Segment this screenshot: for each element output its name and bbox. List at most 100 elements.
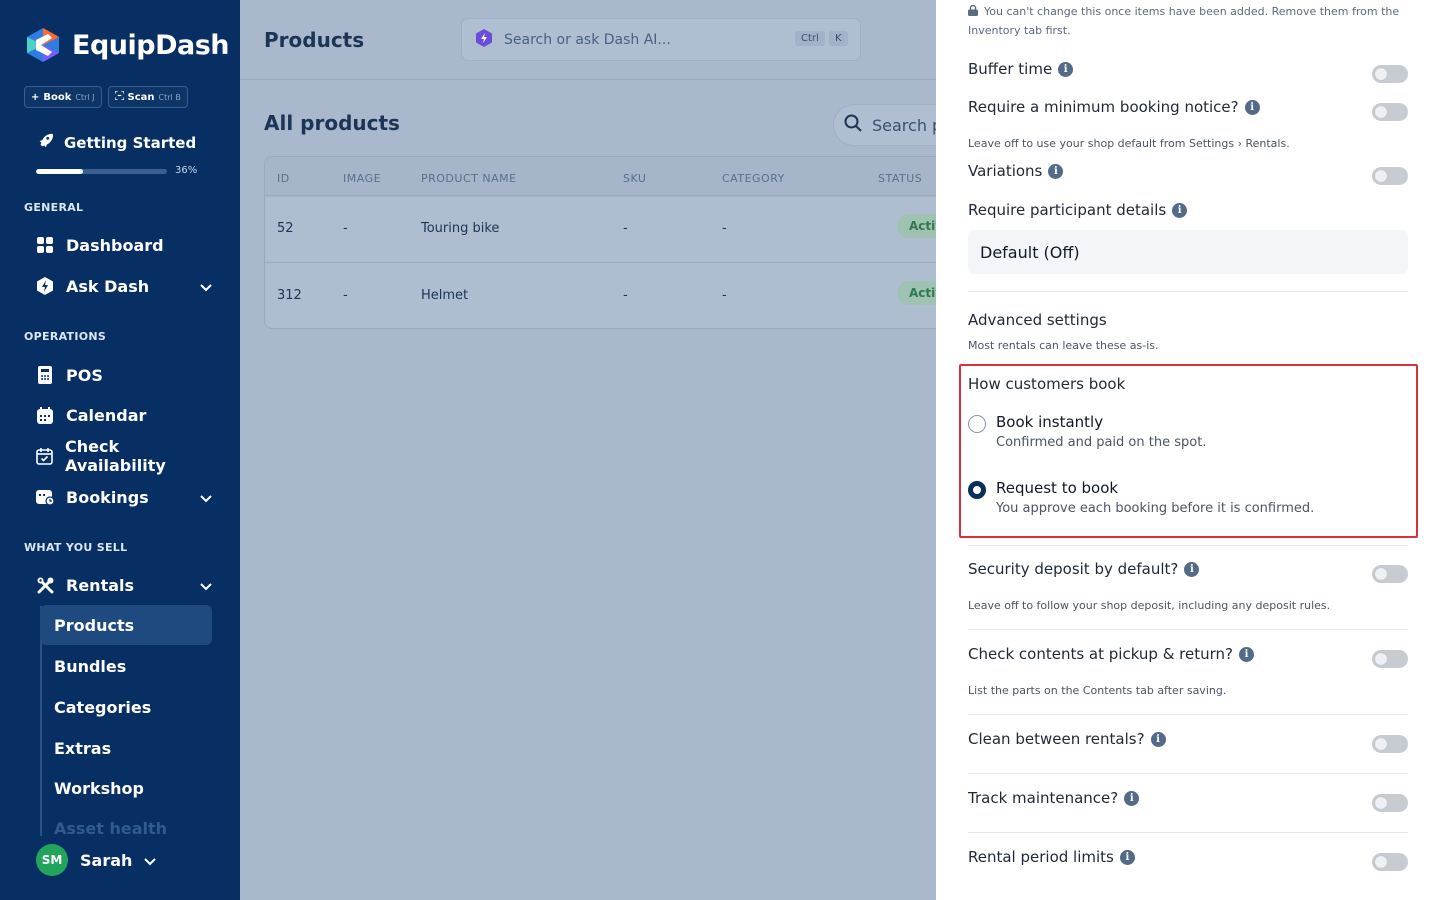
global-search[interactable]: Search or ask Dash AI... Ctrl K [461, 18, 861, 61]
table-row[interactable]: 312 - Helmet - - Activ [265, 262, 963, 328]
bolt-hexagon-icon [36, 277, 54, 295]
min-notice-field: Require a minimum booking notice? i [968, 98, 1260, 116]
chevron-down-icon[interactable] [200, 488, 212, 507]
sub-item-extras[interactable]: Extras [40, 728, 212, 768]
nav-check-availability[interactable]: Check Availability [36, 437, 216, 475]
rental-limits-toggle[interactable] [1372, 853, 1408, 871]
advanced-settings-subtitle: Most rentals can leave these as-is. [968, 339, 1159, 352]
security-deposit-label: Security deposit by default? [968, 560, 1179, 578]
info-icon[interactable]: i [1124, 790, 1140, 806]
column-header[interactable]: PRODUCT NAME [421, 172, 517, 185]
request-to-book-description: You approve each booking before it is co… [996, 501, 1315, 516]
quick-book-button[interactable]: + Book Ctrl J [24, 86, 102, 108]
shortcut-k: K [829, 31, 848, 46]
info-icon[interactable]: i [1048, 163, 1064, 179]
nav-pos-label: POS [66, 365, 103, 385]
check-contents-label: Check contents at pickup & return? [968, 645, 1234, 663]
locked-note: You can't change this once items have be… [968, 3, 1418, 40]
info-icon[interactable]: i [1239, 646, 1255, 662]
lock-icon [968, 4, 978, 22]
min-notice-label: Require a minimum booking notice? [968, 98, 1239, 116]
top-bar: Products Search or ask Dash AI... Ctrl K [240, 0, 936, 80]
info-icon[interactable]: i [1244, 99, 1260, 115]
track-maintenance-label: Track maintenance? [968, 789, 1119, 807]
tools-icon [36, 576, 54, 594]
track-maintenance-toggle[interactable] [1372, 794, 1408, 812]
security-deposit-toggle[interactable] [1372, 565, 1408, 583]
min-notice-toggle[interactable] [1372, 103, 1408, 121]
buffer-time-field: Buffer time i [968, 60, 1074, 78]
cell-name: Touring bike [421, 221, 500, 236]
column-header[interactable]: STATUS [878, 172, 922, 185]
nav-check-availability-label: Check Availability [65, 437, 166, 475]
nav-pos[interactable]: POS [36, 360, 216, 390]
column-header[interactable]: ID [277, 172, 290, 185]
info-icon[interactable]: i [1172, 202, 1188, 218]
clean-between-toggle[interactable] [1372, 735, 1408, 753]
sidebar: EquipDash + Book Ctrl J Scan Ctrl B Gett… [0, 0, 240, 900]
check-contents-toggle[interactable] [1372, 650, 1408, 668]
avatar: SM [36, 844, 68, 876]
participant-details-select[interactable]: Default (Off) [968, 230, 1408, 274]
getting-started-link[interactable]: Getting Started [36, 132, 196, 154]
divider [968, 545, 1408, 546]
book-instantly-radio[interactable] [968, 415, 986, 433]
column-header[interactable]: SKU [623, 172, 646, 185]
cell-sku: - [623, 221, 628, 236]
nav-calendar-label: Calendar [66, 405, 147, 425]
nav-ask-dash-label: Ask Dash [66, 276, 150, 296]
nav-bookings[interactable]: Bookings [36, 482, 216, 512]
variations-toggle[interactable] [1372, 167, 1408, 185]
getting-started-progress [36, 169, 167, 174]
request-to-book-option[interactable]: Request to book You approve each booking… [968, 479, 1408, 525]
table-header: ID IMAGE PRODUCT NAME SKU CATEGORY STATU… [265, 157, 963, 197]
nav-dashboard-label: Dashboard [66, 235, 164, 255]
info-icon[interactable]: i [1119, 849, 1135, 865]
nav-ask-dash[interactable]: Ask Dash [36, 271, 216, 301]
column-header[interactable]: IMAGE [343, 172, 381, 185]
calendar-check-icon [36, 447, 53, 465]
cell-id: 312 [277, 288, 302, 303]
section-general: GENERAL [24, 201, 84, 214]
check-contents-field: Check contents at pickup & return? i [968, 645, 1255, 663]
info-icon[interactable]: i [1184, 561, 1200, 577]
products-table: ID IMAGE PRODUCT NAME SKU CATEGORY STATU… [264, 156, 964, 329]
column-header[interactable]: CATEGORY [722, 172, 785, 185]
global-search-placeholder: Search or ask Dash AI... [504, 31, 671, 48]
cell-category: - [722, 288, 727, 303]
calendar-icon [36, 406, 54, 424]
nav-dashboard[interactable]: Dashboard [36, 230, 216, 260]
quick-scan-button[interactable]: Scan Ctrl B [107, 86, 188, 108]
clean-between-field: Clean between rentals? i [968, 730, 1166, 748]
request-to-book-radio[interactable] [968, 481, 986, 499]
nav-calendar[interactable]: Calendar [36, 400, 216, 430]
rocket-icon [36, 132, 54, 154]
rental-limits-field: Rental period limits i [968, 848, 1135, 866]
sub-item-products[interactable]: Products [40, 605, 212, 645]
product-settings-panel: You can't change this once items have be… [936, 0, 1440, 900]
table-row[interactable]: 52 - Touring bike - - Activ [265, 195, 963, 262]
nav-rentals[interactable]: Rentals [36, 570, 216, 600]
chevron-down-icon[interactable] [200, 576, 212, 595]
cell-image: - [343, 221, 348, 236]
cell-id: 52 [277, 221, 294, 236]
divider [968, 714, 1408, 715]
plus-icon: + [31, 91, 40, 103]
sub-item-workshop[interactable]: Workshop [40, 768, 212, 808]
cell-name: Helmet [421, 288, 469, 303]
sub-item-asset-health[interactable]: Asset health [40, 808, 212, 848]
section-operations: OPERATIONS [24, 330, 107, 343]
user-menu[interactable]: SM Sarah [36, 844, 157, 876]
sub-item-bundles[interactable]: Bundles [40, 646, 212, 686]
chevron-down-icon[interactable] [200, 277, 212, 296]
progress-fill [36, 169, 84, 174]
bookings-icon [36, 488, 54, 506]
info-icon[interactable]: i [1058, 61, 1074, 77]
sub-item-categories[interactable]: Categories [40, 687, 212, 727]
cell-image: - [343, 288, 348, 303]
logo[interactable]: EquipDash [24, 26, 230, 64]
info-icon[interactable]: i [1150, 731, 1166, 747]
getting-started-label: Getting Started [64, 134, 197, 152]
book-instantly-option[interactable]: Book instantly Confirmed and paid on the… [968, 413, 1408, 459]
buffer-time-toggle[interactable] [1372, 65, 1408, 83]
